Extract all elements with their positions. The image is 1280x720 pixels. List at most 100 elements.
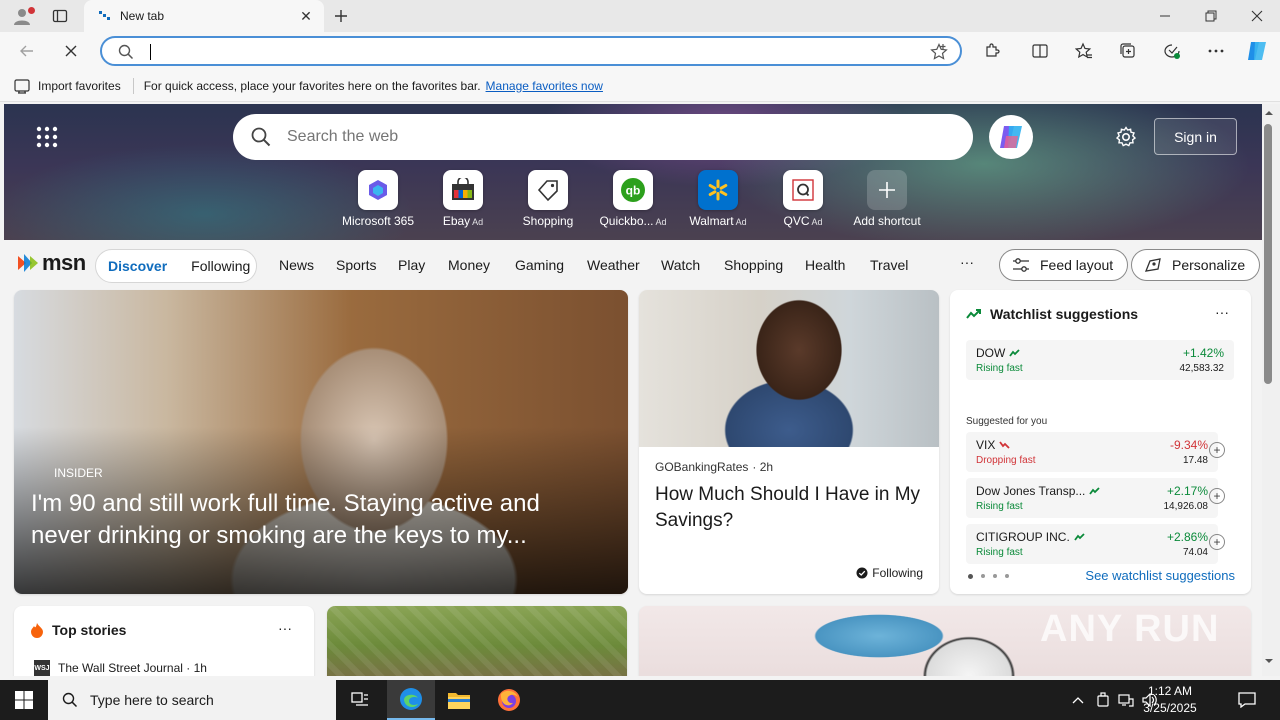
shortcut-shopping[interactable]: Shopping bbox=[510, 170, 586, 228]
nav-money[interactable]: Money bbox=[448, 257, 490, 273]
taskbar-search[interactable]: Type here to search bbox=[48, 680, 336, 720]
feed-toggle: Discover Following bbox=[95, 249, 257, 283]
carousel-dots[interactable] bbox=[968, 574, 1009, 579]
import-favorites-button[interactable]: Import favorites bbox=[14, 78, 121, 94]
see-watchlist-link[interactable]: See watchlist suggestions bbox=[1085, 568, 1235, 583]
msn-logo[interactable]: msn bbox=[16, 250, 86, 276]
stock-row-vix[interactable]: VIX Dropping fast -9.34% 17.48 bbox=[966, 432, 1218, 472]
copilot-icon[interactable] bbox=[1245, 40, 1269, 62]
shortcut-quickbooks[interactable]: qb Quickbo... Ad bbox=[595, 170, 671, 228]
apps-launcher-icon[interactable] bbox=[36, 126, 58, 148]
stock-row-citigroup[interactable]: CITIGROUP INC. Rising fast +2.86% 74.04 bbox=[966, 524, 1218, 564]
shopping-tag-icon bbox=[528, 170, 568, 210]
nav-more-button[interactable]: ··· bbox=[960, 254, 974, 270]
wsj-logo: WSJ bbox=[34, 660, 50, 676]
add-favorite-icon[interactable] bbox=[930, 43, 948, 64]
stock-name: Dow Jones Transp... bbox=[976, 484, 1086, 498]
article-headline: I'm 90 and still work full time. Staying… bbox=[31, 490, 540, 549]
stock-row-dow-transport[interactable]: Dow Jones Transp... Rising fast +2.17% 1… bbox=[966, 478, 1218, 518]
more-options-icon[interactable] bbox=[1204, 40, 1228, 62]
address-input[interactable] bbox=[146, 42, 906, 60]
add-to-watchlist-icon[interactable]: + bbox=[1209, 488, 1225, 504]
watchlist-more-button[interactable]: ··· bbox=[1215, 304, 1229, 320]
notifications-button[interactable] bbox=[1232, 680, 1262, 720]
scroll-down-arrow-icon[interactable] bbox=[1264, 656, 1274, 666]
start-button[interactable] bbox=[0, 680, 48, 720]
restore-button[interactable] bbox=[1188, 0, 1234, 32]
shortcut-microsoft-365[interactable]: Microsoft 365 bbox=[340, 170, 416, 228]
shortcut-walmart[interactable]: Walmart Ad bbox=[680, 170, 756, 228]
add-to-watchlist-icon[interactable]: + bbox=[1209, 442, 1225, 458]
profile-avatar[interactable] bbox=[8, 4, 36, 28]
quickbooks-icon: qb bbox=[613, 170, 653, 210]
stock-change: -9.34% bbox=[1169, 438, 1208, 452]
stop-loading-button[interactable] bbox=[56, 37, 86, 65]
scrollbar-thumb[interactable] bbox=[1264, 124, 1272, 384]
browser-essentials-icon[interactable] bbox=[1160, 40, 1184, 62]
close-tab-icon[interactable]: ✕ bbox=[298, 8, 314, 24]
manage-favorites-link[interactable]: Manage favorites now bbox=[486, 79, 603, 93]
tab-actions-button[interactable] bbox=[46, 4, 74, 28]
system-clock[interactable]: 1:12 AM 3/25/2025 bbox=[1132, 683, 1208, 717]
personalize-button[interactable]: Personalize bbox=[1131, 249, 1261, 281]
shortcut-add[interactable]: Add shortcut bbox=[849, 170, 925, 228]
ad-label: Ad bbox=[735, 217, 747, 227]
nav-weather[interactable]: Weather bbox=[587, 257, 640, 273]
back-button[interactable] bbox=[12, 37, 42, 65]
msn-logo-text: msn bbox=[42, 250, 86, 275]
tab-discover[interactable]: Discover bbox=[96, 258, 179, 274]
top-stories-more-button[interactable]: ··· bbox=[278, 620, 292, 636]
minimize-button[interactable] bbox=[1142, 0, 1188, 32]
taskbar-firefox[interactable] bbox=[485, 680, 533, 720]
tab-new-tab[interactable]: New tab ✕ bbox=[84, 0, 324, 32]
sign-in-button[interactable]: Sign in bbox=[1154, 118, 1237, 155]
task-view-button[interactable] bbox=[336, 680, 384, 720]
story-source[interactable]: WSJ The Wall Street Journal · 1h bbox=[34, 660, 207, 676]
collections-icon[interactable] bbox=[1116, 40, 1140, 62]
nav-shopping[interactable]: Shopping bbox=[724, 257, 783, 273]
web-search-box[interactable] bbox=[233, 114, 973, 160]
ad-label: Ad bbox=[655, 217, 667, 227]
address-bar[interactable] bbox=[100, 36, 962, 66]
tab-following[interactable]: Following bbox=[179, 258, 262, 274]
nav-health[interactable]: Health bbox=[805, 257, 845, 273]
shortcut-label: Add shortcut bbox=[853, 214, 921, 228]
favorites-icon[interactable] bbox=[1072, 40, 1096, 62]
game-card-image[interactable] bbox=[327, 606, 627, 676]
split-screen-icon[interactable] bbox=[1028, 40, 1052, 62]
trend-up-icon bbox=[1089, 487, 1101, 495]
taskbar-file-explorer[interactable] bbox=[435, 680, 483, 720]
settings-gear-icon[interactable] bbox=[1115, 126, 1137, 148]
nav-news[interactable]: News bbox=[279, 257, 314, 273]
tray-device-icon[interactable] bbox=[1093, 680, 1113, 720]
featured-article-card[interactable]: INSIDER I'm 90 and still work full time.… bbox=[14, 290, 628, 594]
close-icon bbox=[65, 45, 77, 57]
copilot-button[interactable] bbox=[989, 115, 1033, 159]
nav-watch[interactable]: Watch bbox=[661, 257, 700, 273]
nav-gaming[interactable]: Gaming bbox=[515, 257, 564, 273]
stock-row-dow[interactable]: DOW Rising fast +1.42% 42,583.32 bbox=[966, 340, 1234, 380]
shortcut-ebay[interactable]: Ebay Ad bbox=[425, 170, 501, 228]
personalize-label: Personalize bbox=[1172, 257, 1246, 273]
search-icon bbox=[251, 127, 271, 147]
feed-layout-button[interactable]: Feed layout bbox=[999, 249, 1129, 281]
following-badge[interactable]: Following bbox=[856, 566, 923, 580]
shortcut-qvc[interactable]: QVC Ad bbox=[765, 170, 841, 228]
nav-play[interactable]: Play bbox=[398, 257, 425, 273]
suggested-heading: Suggested for you bbox=[966, 416, 1048, 427]
close-window-button[interactable] bbox=[1234, 0, 1280, 32]
web-search-input[interactable] bbox=[287, 128, 927, 146]
nav-sports[interactable]: Sports bbox=[336, 257, 376, 273]
new-tab-button[interactable] bbox=[330, 5, 352, 27]
favorites-bar: Import favorites For quick access, place… bbox=[0, 70, 1280, 102]
shortcut-label: Shopping bbox=[522, 214, 574, 228]
article-card[interactable]: GOBankingRates · 2h How Much Should I Ha… bbox=[639, 290, 939, 594]
add-to-watchlist-icon[interactable]: + bbox=[1209, 534, 1225, 550]
extensions-icon[interactable] bbox=[980, 40, 1004, 62]
show-hidden-icons[interactable] bbox=[1068, 680, 1088, 720]
scroll-up-arrow-icon[interactable] bbox=[1264, 108, 1274, 118]
close-icon bbox=[1251, 10, 1263, 22]
taskbar-edge[interactable] bbox=[387, 680, 435, 720]
nav-travel[interactable]: Travel bbox=[870, 257, 908, 273]
shortcut-label: Walmart bbox=[689, 214, 734, 228]
